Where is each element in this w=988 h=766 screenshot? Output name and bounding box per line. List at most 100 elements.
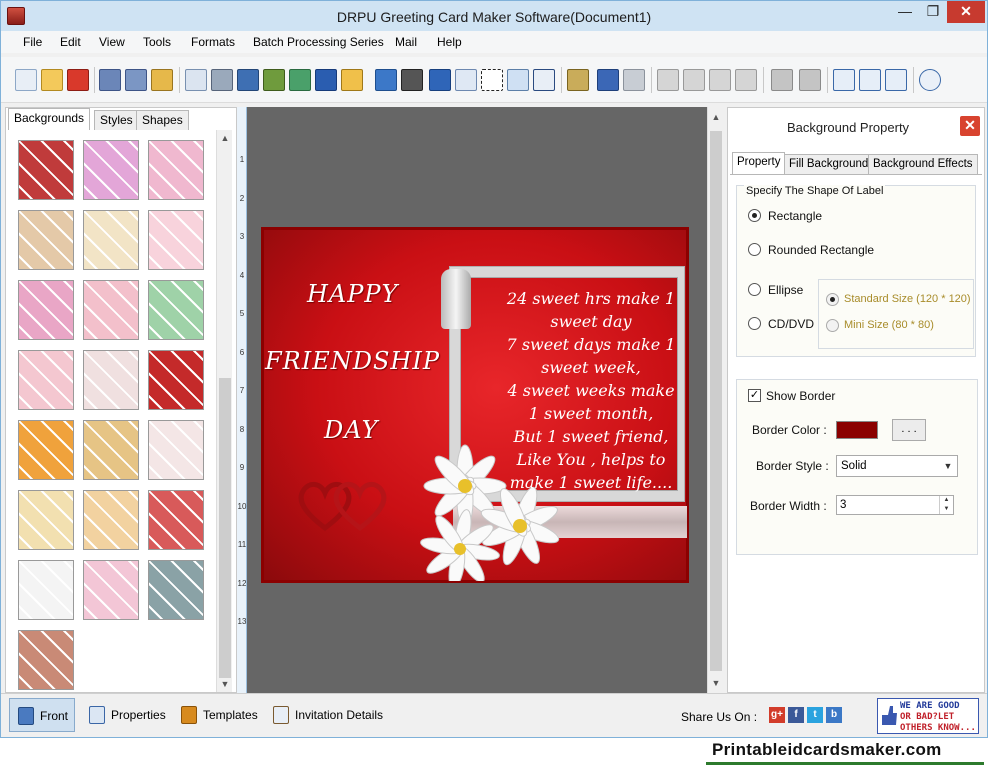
background-thumbnail[interactable] (83, 210, 139, 270)
send-backward-icon[interactable] (799, 69, 821, 91)
barcode-icon[interactable] (401, 69, 423, 91)
google-plus-icon[interactable]: g+ (769, 707, 785, 723)
tab-fill-background[interactable]: Fill Background (784, 154, 874, 174)
hearts-image[interactable] (295, 473, 395, 533)
menu-view[interactable]: View (99, 35, 125, 49)
tab-background-effects[interactable]: Background Effects (868, 154, 978, 174)
properties-icon[interactable] (185, 69, 207, 91)
background-thumbnail[interactable] (148, 280, 204, 340)
menu-help[interactable]: Help (437, 35, 462, 49)
radio-standard-size[interactable] (826, 293, 839, 306)
tab-invitation-details[interactable]: Invitation Details (265, 698, 389, 732)
facebook-icon[interactable]: f (788, 707, 804, 723)
close-document-icon[interactable] (67, 69, 89, 91)
menu-mail[interactable]: Mail (395, 35, 417, 49)
tab-styles[interactable]: Styles (94, 110, 139, 130)
card-title-friendship[interactable]: FRIENDSHIP (265, 347, 440, 375)
watermark-icon[interactable] (375, 69, 397, 91)
background-thumbnail[interactable] (83, 490, 139, 550)
text-icon[interactable] (429, 69, 451, 91)
background-thumbnail[interactable] (83, 140, 139, 200)
tab-properties[interactable]: Properties (81, 698, 172, 732)
actual-size-icon[interactable] (859, 69, 881, 91)
border-color-picker-button[interactable]: . . . (892, 419, 926, 441)
scroll-thumb[interactable] (710, 131, 722, 671)
scroll-thumb[interactable] (219, 378, 231, 678)
print-preview-icon[interactable] (237, 69, 259, 91)
maximize-button[interactable]: ❐ (919, 1, 947, 23)
cut-icon[interactable] (657, 69, 679, 91)
close-window-button[interactable]: ✕ (947, 1, 985, 23)
scroll-down-icon[interactable]: ▼ (217, 676, 233, 692)
minimize-button[interactable]: — (891, 1, 919, 23)
signature-icon[interactable] (481, 69, 503, 91)
copy-icon[interactable] (683, 69, 705, 91)
background-thumbnail[interactable] (83, 280, 139, 340)
background-thumbnail[interactable] (18, 490, 74, 550)
bring-forward-icon[interactable] (771, 69, 793, 91)
background-thumbnail[interactable] (148, 490, 204, 550)
open-folder-icon[interactable] (41, 69, 63, 91)
background-thumbnail[interactable] (18, 560, 74, 620)
tab-property[interactable]: Property (732, 152, 786, 174)
save-as-icon[interactable] (125, 69, 147, 91)
background-thumbnail[interactable] (148, 560, 204, 620)
zoom-icon[interactable] (919, 69, 941, 91)
save-icon[interactable] (99, 69, 121, 91)
twitter-icon[interactable]: t (807, 707, 823, 723)
blogger-icon[interactable]: b (826, 707, 842, 723)
grid-icon[interactable] (833, 69, 855, 91)
radio-cd-dvd[interactable] (748, 317, 761, 330)
undo-icon[interactable] (597, 69, 619, 91)
fit-window-icon[interactable] (885, 69, 907, 91)
menu-file[interactable]: File (23, 35, 42, 49)
image-icon[interactable] (263, 69, 285, 91)
delete-icon[interactable] (735, 69, 757, 91)
border-width-stepper[interactable]: 3 ▲ ▼ (836, 495, 954, 515)
background-thumbnail[interactable] (18, 210, 74, 270)
new-file-icon[interactable] (15, 69, 37, 91)
tab-backgrounds[interactable]: Backgrounds (8, 108, 91, 130)
radio-mini-size[interactable] (826, 319, 839, 332)
thumbnails-scrollbar[interactable]: ▲ ▼ (216, 130, 232, 692)
close-panel-icon[interactable]: ✕ (960, 116, 980, 136)
mail-icon[interactable] (507, 69, 529, 91)
card-poem-text[interactable]: 24 sweet hrs make 1 sweet day 7 sweet da… (501, 287, 681, 494)
background-thumbnail[interactable] (18, 140, 74, 200)
background-thumbnail[interactable] (148, 420, 204, 480)
stepper-arrows-icon[interactable]: ▲ ▼ (939, 496, 953, 514)
tab-shapes[interactable]: Shapes (136, 110, 189, 130)
background-thumbnail[interactable] (83, 420, 139, 480)
export-icon[interactable] (151, 69, 173, 91)
line-icon[interactable] (533, 69, 555, 91)
scroll-up-icon[interactable]: ▲ (217, 130, 233, 146)
background-thumbnail[interactable] (148, 210, 204, 270)
print-icon[interactable] (211, 69, 233, 91)
scroll-up-icon[interactable]: ▲ (708, 109, 724, 125)
paste-icon[interactable] (709, 69, 731, 91)
menu-edit[interactable]: Edit (60, 35, 81, 49)
background-thumbnail[interactable] (83, 350, 139, 410)
border-style-select[interactable]: Solid ▼ (836, 455, 958, 477)
menu-tools[interactable]: Tools (143, 35, 171, 49)
tab-front[interactable]: Front (9, 698, 76, 732)
database-icon[interactable] (567, 69, 589, 91)
insert-picture-icon[interactable] (289, 69, 311, 91)
word-art-icon[interactable] (455, 69, 477, 91)
background-thumbnail[interactable] (148, 350, 204, 410)
redo-icon[interactable] (623, 69, 645, 91)
tab-templates[interactable]: Templates (173, 698, 264, 732)
background-thumbnail[interactable] (18, 350, 74, 410)
show-border-checkbox[interactable]: ✓ (748, 389, 761, 402)
feedback-badge[interactable]: WE ARE GOOD OR BAD?LET OTHERS KNOW... (877, 698, 979, 734)
background-thumbnail[interactable] (148, 140, 204, 200)
radio-rounded-rectangle[interactable] (748, 243, 761, 256)
border-color-swatch[interactable] (836, 421, 878, 439)
scroll-down-icon[interactable]: ▼ (708, 675, 724, 691)
menu-formats[interactable]: Formats (191, 35, 235, 49)
background-thumbnail[interactable] (18, 420, 74, 480)
shapes-icon[interactable] (341, 69, 363, 91)
background-thumbnail[interactable] (18, 280, 74, 340)
canvas-scrollbar[interactable]: ▲ ▼ (707, 107, 723, 693)
card-title-day[interactable]: DAY (324, 416, 378, 444)
